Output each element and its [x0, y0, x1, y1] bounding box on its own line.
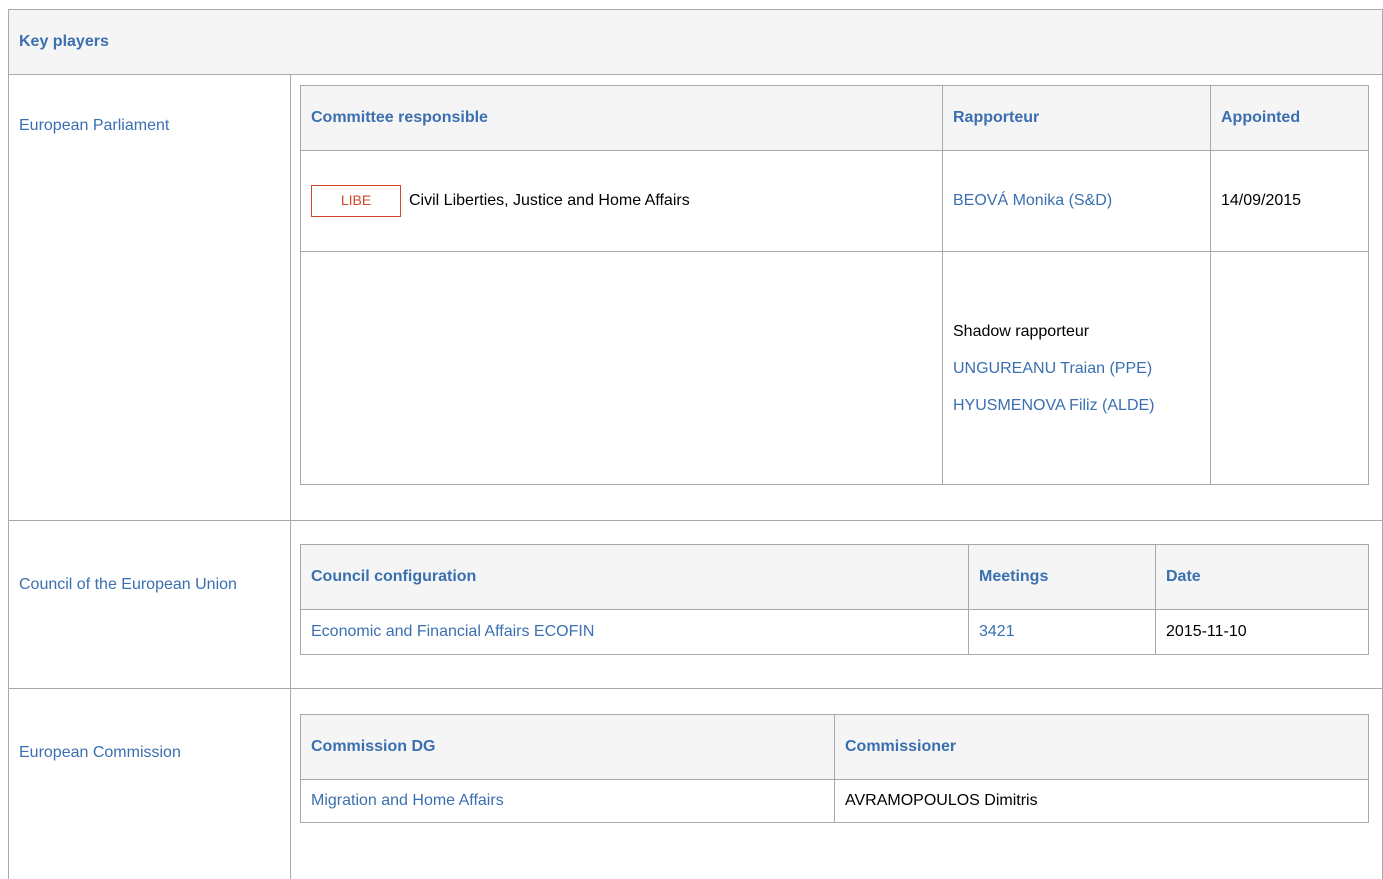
header-meetings: Meetings [968, 544, 1156, 610]
parliament-table: Committee responsible Rapporteur Appoint… [300, 85, 1369, 485]
header-date: Date [1155, 544, 1369, 610]
header-appointed: Appointed [1210, 85, 1369, 151]
shadow-rapporteur-link[interactable]: UNGUREANU Traian (PPE) [953, 360, 1152, 377]
row-divider [9, 688, 1382, 689]
european-commission-link[interactable]: European Commission [19, 743, 181, 762]
empty-cell [1210, 251, 1369, 485]
committee-badge[interactable]: LIBE [311, 185, 401, 217]
rapporteur-cell: BEOVÁ Monika (S&D) [942, 150, 1211, 252]
council-table: Council configuration Meetings Date Econ… [300, 544, 1369, 655]
rapporteur-link[interactable]: BEOVÁ Monika (S&D) [953, 192, 1112, 209]
commission-dg-cell: Migration and Home Affairs [300, 779, 835, 823]
meeting-link[interactable]: 3421 [979, 623, 1015, 640]
row-divider [9, 520, 1382, 521]
empty-cell [300, 251, 943, 485]
committee-name: Civil Liberties, Justice and Home Affair… [409, 192, 690, 210]
appointed-date: 14/09/2015 [1210, 150, 1369, 252]
key-players-title: Key players [9, 10, 1382, 75]
header-commissioner: Commissioner [834, 714, 1369, 780]
shadow-rapporteur-link[interactable]: HYUSMENOVA Filiz (ALDE) [953, 397, 1155, 414]
key-players-table: Key players European Parliament Council … [8, 9, 1383, 879]
council-configuration-link[interactable]: Economic and Financial Affairs ECOFIN [311, 623, 594, 640]
meeting-cell: 3421 [968, 609, 1156, 655]
shadow-heading: Shadow rapporteur [953, 322, 1090, 340]
header-rapporteur: Rapporteur [942, 85, 1211, 151]
european-parliament-link[interactable]: European Parliament [19, 116, 169, 135]
header-commission-dg: Commission DG [300, 714, 835, 780]
meeting-date: 2015-11-10 [1155, 609, 1369, 655]
committee-cell: LIBE Civil Liberties, Justice and Home Af… [300, 150, 943, 252]
commissioner-name: AVRAMOPOULOS Dimitris [834, 779, 1369, 823]
commission-dg-link[interactable]: Migration and Home Affairs [311, 792, 504, 809]
header-committee: Committee responsible [300, 85, 943, 151]
header-council-configuration: Council configuration [300, 544, 969, 610]
council-configuration-cell: Economic and Financial Affairs ECOFIN [300, 609, 969, 655]
column-divider [290, 75, 291, 879]
commission-table: Commission DG Commissioner Migration and… [300, 714, 1369, 823]
shadow-cell: Shadow rapporteur UNGUREANU Traian (PPE)… [942, 251, 1211, 485]
council-link[interactable]: Council of the European Union [19, 575, 249, 594]
